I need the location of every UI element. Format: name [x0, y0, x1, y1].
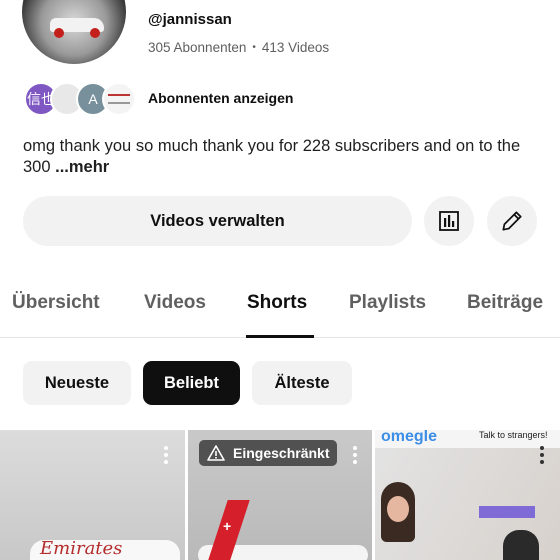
short-thumbnail[interactable]: omegle Talk to strangers!: [375, 430, 560, 560]
show-subscribers-link[interactable]: Abonnenten anzeigen: [148, 90, 293, 106]
thumbnail-overlay-text: Emirates: [40, 538, 123, 559]
more-options-icon[interactable]: [353, 446, 357, 467]
avatar-wheel: [54, 28, 64, 38]
more-options-icon[interactable]: [540, 446, 544, 467]
logo-icon: [108, 94, 130, 104]
channel-handle: @jannissan: [148, 11, 232, 28]
video-count: 413 Videos: [261, 40, 330, 55]
cross-icon: +: [223, 518, 232, 534]
restricted-badge: Eingeschränkt: [199, 440, 338, 466]
tab-playlists[interactable]: Playlists: [349, 292, 426, 314]
manage-videos-button[interactable]: Videos verwalten: [23, 196, 412, 246]
person-face-shape: [387, 496, 409, 522]
subscriber-avatars[interactable]: 信也 A: [24, 82, 136, 116]
tab-posts[interactable]: Beiträge: [467, 292, 543, 314]
filter-newest[interactable]: Neueste: [23, 361, 131, 405]
thumbnail-overlay-text: omegle: [381, 430, 438, 445]
channel-tabs: Übersicht Videos Shorts Playlists Beiträ…: [0, 284, 560, 338]
filter-popular[interactable]: Beliebt: [143, 361, 240, 405]
restricted-label: Eingeschränkt: [233, 445, 330, 461]
short-thumbnail[interactable]: Emirates: [0, 430, 185, 560]
channel-description[interactable]: omg thank you so much thank you for 228 …: [23, 136, 543, 178]
filter-oldest[interactable]: Älteste: [252, 361, 352, 405]
bar-chart-icon: [439, 211, 459, 231]
subscriber-count: 305 Abonnenten: [148, 40, 247, 55]
tab-shorts[interactable]: Shorts: [247, 292, 307, 314]
channel-avatar[interactable]: [22, 0, 126, 64]
more-link[interactable]: ...mehr: [55, 158, 109, 176]
pencil-icon: [502, 211, 522, 231]
thumbnail-overlay-text: Talk to strangers!: [479, 430, 548, 440]
edit-channel-button[interactable]: [487, 196, 537, 246]
analytics-button[interactable]: [424, 196, 474, 246]
stats-separator: •: [252, 42, 256, 53]
tab-videos[interactable]: Videos: [144, 292, 206, 314]
avatar-wheel: [90, 28, 100, 38]
warning-icon: [207, 445, 225, 461]
background-shelf: [479, 506, 535, 518]
avatar-initials: A: [88, 91, 98, 107]
person-shape: [503, 530, 539, 560]
active-tab-indicator: [246, 335, 314, 338]
subscriber-avatar: [102, 82, 136, 116]
more-options-icon[interactable]: [164, 446, 168, 467]
channel-stats: 305 Abonnenten • 413 Videos: [148, 40, 329, 55]
tab-overview[interactable]: Übersicht: [12, 292, 100, 314]
